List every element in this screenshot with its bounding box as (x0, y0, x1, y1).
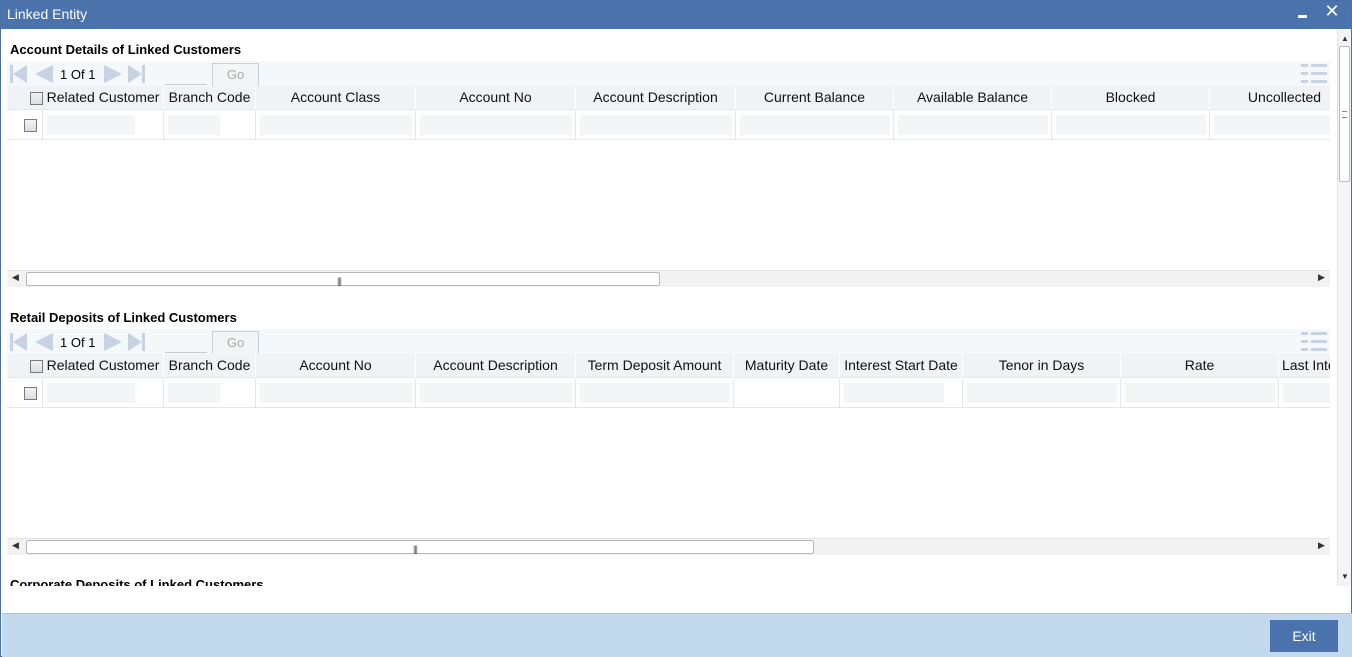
go-button[interactable]: Go (212, 63, 259, 87)
grid-header: Related Customer Branch Code Account Cla… (7, 86, 1330, 110)
minimize-icon[interactable] (1295, 3, 1311, 23)
column-list-icon[interactable] (1301, 64, 1327, 83)
of-label: Of (70, 335, 85, 350)
horizontal-scrollbar[interactable]: ◀ ||| ▶ (7, 270, 1330, 287)
current-page: 1 (60, 67, 68, 82)
page-number-input[interactable] (165, 333, 207, 353)
blocked-cell[interactable] (1052, 110, 1210, 140)
column-header[interactable]: Current Balance (736, 86, 894, 110)
scrollbar-thumb[interactable] (1339, 46, 1350, 182)
page-number-input[interactable] (165, 65, 207, 85)
column-header[interactable]: Interest Start Date (840, 354, 963, 378)
table-row (7, 110, 1330, 140)
tenor-in-days-cell[interactable] (963, 378, 1121, 408)
section-title: Account Details of Linked Customers (10, 42, 242, 57)
scroll-left-icon[interactable]: ◀ (12, 540, 19, 551)
section-title: Retail Deposits of Linked Customers (10, 310, 237, 325)
account-description-cell[interactable] (576, 110, 736, 140)
branch-code-cell[interactable] (164, 110, 256, 140)
page-info: 1 Of 1 (60, 335, 95, 350)
column-header[interactable]: Uncollected (1210, 86, 1330, 110)
column-header[interactable]: Account Class (256, 86, 416, 110)
current-balance-cell[interactable] (736, 110, 894, 140)
last-page-icon[interactable] (128, 333, 148, 351)
scroll-right-icon[interactable]: ▶ (1318, 540, 1325, 551)
prev-page-icon[interactable] (33, 333, 53, 351)
term-deposit-amount-cell[interactable] (576, 378, 734, 408)
column-header[interactable]: Account Description (576, 86, 736, 110)
account-description-cell[interactable] (416, 378, 576, 408)
select-all-checkbox[interactable] (30, 360, 43, 373)
page-info: 1 Of 1 (60, 67, 95, 82)
of-label: Of (70, 67, 85, 82)
row-checkbox[interactable] (24, 119, 37, 132)
column-header[interactable]: Rate (1121, 354, 1279, 378)
next-page-icon[interactable] (104, 333, 124, 351)
window-title: Linked Entity (7, 6, 88, 22)
linked-entity-window: Linked Entity ✕ Account Details of Linke… (0, 0, 1352, 657)
last-interest-cell[interactable] (1279, 378, 1330, 408)
column-header[interactable]: Term Deposit Amount (576, 354, 734, 378)
first-page-icon[interactable] (10, 65, 30, 83)
column-header[interactable]: Branch Code (164, 86, 256, 110)
select-all-checkbox[interactable] (30, 92, 43, 105)
next-page-icon[interactable] (104, 65, 124, 83)
scrollbar-thumb[interactable]: ||| (26, 540, 814, 554)
title-bar: Linked Entity ✕ (1, 1, 1351, 29)
column-header[interactable]: Related Customer (43, 86, 164, 110)
column-header[interactable]: Account No (416, 86, 576, 110)
vertical-scrollbar[interactable]: ▲ ▼ (1337, 30, 1351, 586)
section-title: Corporate Deposits of Linked Customers (10, 577, 264, 586)
column-header[interactable]: Blocked (1052, 86, 1210, 110)
scroll-left-icon[interactable]: ◀ (12, 272, 19, 283)
total-pages: 1 (88, 335, 96, 350)
column-header[interactable]: Account Description (416, 354, 576, 378)
row-checkbox[interactable] (24, 387, 37, 400)
close-icon[interactable]: ✕ (1323, 1, 1341, 23)
current-page: 1 (60, 335, 68, 350)
go-button[interactable]: Go (212, 331, 259, 355)
related-customer-cell[interactable] (43, 110, 164, 140)
footer-bar: Exit (2, 613, 1352, 657)
branch-code-cell[interactable] (164, 378, 256, 408)
column-header[interactable]: Last Inte (1279, 354, 1330, 378)
total-pages: 1 (88, 67, 96, 82)
column-header[interactable]: Available Balance (894, 86, 1052, 110)
account-class-cell[interactable] (256, 110, 416, 140)
grid-header: Related Customer Branch Code Account No … (7, 354, 1330, 378)
interest-start-date-cell[interactable] (840, 378, 963, 408)
exit-button[interactable]: Exit (1270, 620, 1338, 652)
retail-deposits-grid: Related Customer Branch Code Account No … (7, 354, 1330, 539)
account-no-cell[interactable] (416, 110, 576, 140)
table-row (7, 378, 1330, 408)
maturity-date-cell[interactable] (734, 378, 840, 408)
account-no-cell[interactable] (256, 378, 416, 408)
scroll-up-icon[interactable]: ▲ (1341, 34, 1349, 43)
column-header[interactable]: Account No (256, 354, 416, 378)
column-header[interactable]: Maturity Date (734, 354, 840, 378)
uncollected-cell[interactable] (1210, 110, 1330, 140)
column-header[interactable]: Branch Code (164, 354, 256, 378)
horizontal-scrollbar[interactable]: ◀ ||| ▶ (7, 538, 1330, 555)
scroll-right-icon[interactable]: ▶ (1318, 272, 1325, 283)
column-header[interactable]: Tenor in Days (963, 354, 1121, 378)
main-content: Account Details of Linked Customers 1 Of… (2, 30, 1336, 586)
account-details-grid: Related Customer Branch Code Account Cla… (7, 86, 1330, 271)
related-customer-cell[interactable] (43, 378, 164, 408)
scroll-down-icon[interactable]: ▼ (1341, 572, 1349, 581)
last-page-icon[interactable] (128, 65, 148, 83)
first-page-icon[interactable] (10, 333, 30, 351)
available-balance-cell[interactable] (894, 110, 1052, 140)
prev-page-icon[interactable] (33, 65, 53, 83)
pagination-bar: 1 Of 1 Go (7, 329, 1330, 355)
scrollbar-thumb[interactable]: ||| (26, 272, 660, 286)
column-header[interactable]: Related Customer (43, 354, 164, 378)
rate-cell[interactable] (1121, 378, 1279, 408)
pagination-bar: 1 Of 1 Go (7, 61, 1330, 87)
column-list-icon[interactable] (1301, 332, 1327, 351)
